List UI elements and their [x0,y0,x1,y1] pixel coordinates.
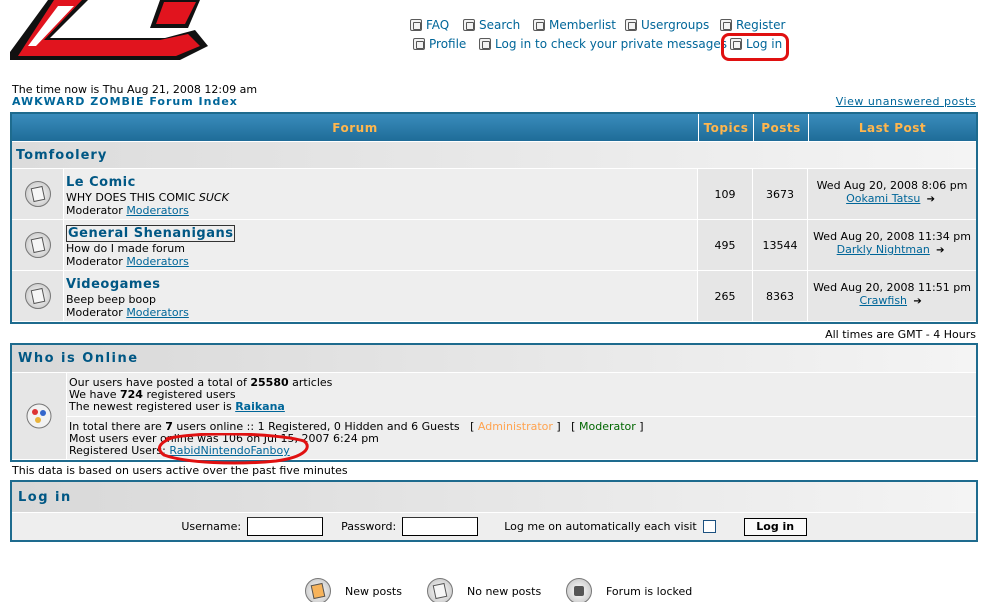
nav-profile[interactable]: Profile [413,37,466,51]
goto-post-icon[interactable]: ➔ [933,246,947,256]
site-logo [10,0,208,60]
login-button[interactable]: Log in [743,517,807,536]
table-row: Videogames Beep beep boop Moderator Mode… [12,270,976,321]
nav-usergroups[interactable]: Usergroups [625,18,709,32]
last-post-user[interactable]: Crawfish [859,294,907,307]
table-row: General Shenanigans How do I made forum … [12,219,976,270]
password-field[interactable] [402,517,479,536]
nav-search-label: Search [479,18,521,32]
timezone-note: All times are GMT - 4 Hours [825,328,976,341]
posts-count: 13544 [753,220,808,270]
col-forum: Forum [12,114,699,141]
activity-note: This data is based on users active over … [12,464,348,477]
forum-name[interactable]: General Shenanigans [66,225,236,242]
no-new-posts-icon [24,283,51,309]
forum-description: WHY DOES THIS COMIC SUCK [66,191,229,204]
forum-description: How do I made forum [66,242,185,255]
forum-name[interactable]: Videogames [66,277,161,292]
unanswered-posts-link[interactable]: View unanswered posts [836,95,976,108]
nav-search[interactable]: Search [463,18,520,32]
username-label: Username: [181,520,242,533]
topics-count: 109 [698,169,753,219]
forum-index-link[interactable]: AWKWARD ZOMBIE Forum Index [12,95,238,108]
col-topics: Topics [699,114,754,141]
goto-post-icon[interactable]: ➔ [924,195,938,205]
login-panel: Log in Username: Password: Log me on aut… [10,480,978,542]
checkmark-icon [720,19,732,31]
nav-memberlist-label: Memberlist [549,18,616,32]
nav-pm-label: Log in to check your private messages [495,37,728,51]
col-last-post: Last Post [858,120,927,135]
username-field[interactable] [247,517,324,536]
table-header: Forum Topics Posts Last Post [12,114,976,141]
goto-post-icon[interactable]: ➔ [911,297,925,307]
nav-private-messages[interactable]: Log in to check your private messages [479,37,727,51]
forum-moderators: Moderator Moderators [66,204,189,217]
last-post-date: Wed Aug 20, 2008 8:06 pm [816,179,968,192]
table-row: Le Comic WHY DOES THIS COMIC SUCK Modera… [12,168,976,219]
last-post-user[interactable]: Ookami Tatsu [846,192,920,205]
moderator-legend: Moderator [578,420,636,433]
message-icon [479,38,491,50]
legend-locked: Forum is locked [566,578,692,602]
legend-new-posts: New posts [305,578,402,602]
nav-memberlist[interactable]: Memberlist [533,18,616,32]
last-post-date: Wed Aug 20, 2008 11:51 pm [813,281,971,294]
faq-icon [410,19,422,31]
col-posts: Posts [754,114,809,141]
legend-new-label: New posts [345,584,402,598]
red-annotation-circle [721,33,789,61]
nav-faq[interactable]: FAQ [410,18,449,32]
newest-user: The newest registered user is Raikana [69,400,285,413]
posts-count: 3673 [753,169,808,219]
forum-description: Beep beep boop [66,293,156,306]
nav-profile-label: Profile [429,37,467,51]
search-icon [463,19,475,31]
red-annotation-scribble [157,433,309,465]
forum-moderators: Moderator Moderators [66,306,189,319]
new-posts-icon [305,578,331,602]
category-row: Tomfoolery [12,141,976,168]
moderators-link[interactable]: Moderators [126,204,189,217]
nav-register[interactable]: Register [720,18,785,32]
legend-no-new-posts: No new posts [427,578,541,602]
nav-usergroups-label: Usergroups [641,18,710,32]
lock-icon [566,578,592,602]
no-new-posts-icon [427,578,453,602]
posts-count: 8363 [753,271,808,321]
last-post-date: Wed Aug 20, 2008 11:34 pm [813,230,971,243]
moderators-link[interactable]: Moderators [126,255,189,268]
profile-icon [413,38,425,50]
category-title[interactable]: Tomfoolery [12,148,107,163]
legend-locked-label: Forum is locked [606,584,693,598]
who-is-online-title[interactable]: Who is Online [12,351,139,366]
topics-count: 495 [698,220,753,270]
administrator-legend: Administrator [477,420,553,433]
legend-no-new-label: No new posts [467,584,542,598]
moderators-link[interactable]: Moderators [126,306,189,319]
forum-table: Forum Topics Posts Last Post Tomfoolery … [10,112,978,324]
auto-login-label: Log me on automatically each visit [504,520,697,533]
usergroups-icon [625,19,637,31]
login-title[interactable]: Log in [12,490,72,505]
auto-login-checkbox[interactable] [702,520,716,533]
nav-faq-label: FAQ [426,18,450,32]
no-new-posts-icon [24,181,51,207]
users-online-icon [26,403,52,429]
no-new-posts-icon [24,232,51,258]
last-post-user[interactable]: Darkly Nightman [837,243,930,256]
password-label: Password: [341,520,397,533]
topics-count: 265 [698,271,753,321]
newest-user-link[interactable]: Raikana [235,400,285,413]
forum-name[interactable]: Le Comic [66,175,136,190]
memberlist-icon [533,19,545,31]
forum-moderators: Moderator Moderators [66,255,189,268]
nav-register-label: Register [736,18,786,32]
